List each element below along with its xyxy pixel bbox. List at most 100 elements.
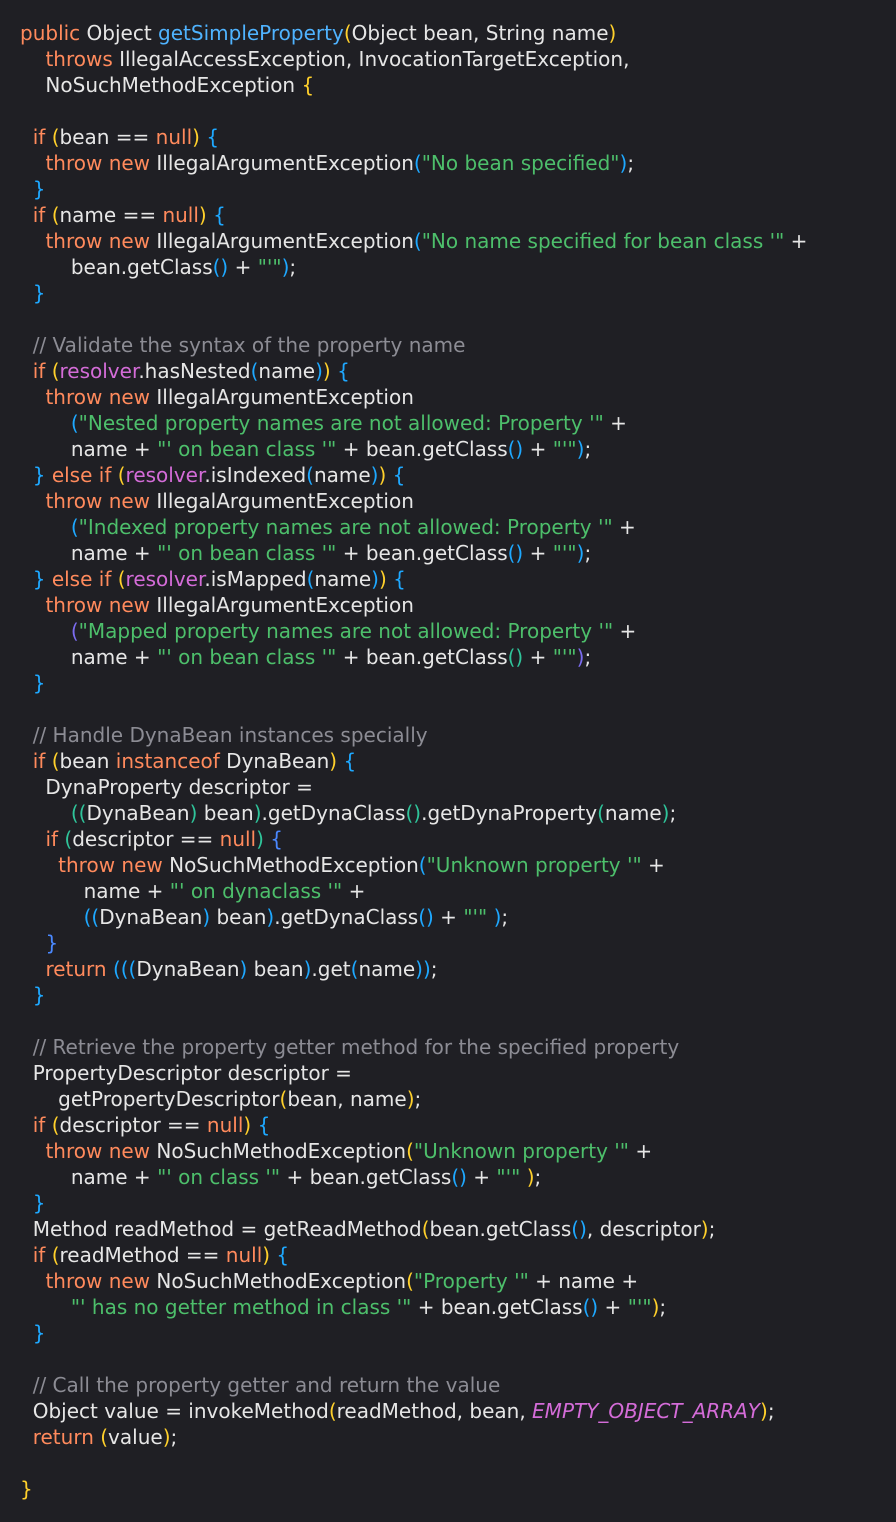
code-line[interactable]: DynaProperty descriptor = (0, 774, 896, 800)
code-line[interactable]: if (readMethod == null) { (0, 1242, 896, 1268)
code-line[interactable]: } else if (resolver.isMapped(name)) { (0, 566, 896, 592)
code-text-token: .getDynaClass (274, 905, 419, 929)
keyword-token: if (45, 827, 59, 851)
code-line[interactable]: bean.getClass() + "'"); (0, 254, 896, 280)
code-line[interactable]: PropertyDescriptor descriptor = (0, 1060, 896, 1086)
code-text-token: DynaBean (219, 749, 330, 773)
code-line[interactable] (0, 1008, 896, 1034)
code-text-token: name (604, 801, 662, 825)
code-line[interactable]: throw new IllegalArgumentException("No n… (0, 228, 896, 254)
field-token: resolver (125, 567, 205, 591)
function-name-token: getSimpleProperty (158, 21, 344, 45)
code-line[interactable] (0, 696, 896, 722)
code-line[interactable]: throws IllegalAccessException, Invocatio… (0, 46, 896, 72)
bracket-token: ( (51, 1243, 60, 1267)
code-line[interactable]: return (value); (0, 1424, 896, 1450)
code-line[interactable]: name + "' on class '" + bean.getClass() … (0, 1164, 896, 1190)
keyword-token: null (155, 125, 193, 149)
code-line[interactable]: // Retrieve the property getter method f… (0, 1034, 896, 1060)
bracket-token: ( (406, 1269, 414, 1293)
bracket-token: ) (700, 1217, 709, 1241)
code-line[interactable]: } (0, 280, 896, 306)
code-line[interactable]: Object value = invokeMethod(readMethod, … (0, 1398, 896, 1424)
code-line[interactable] (0, 306, 896, 332)
code-text-token: ; (584, 437, 592, 461)
bracket-token: { (213, 203, 226, 227)
code-line[interactable]: NoSuchMethodException { (0, 72, 896, 98)
code-line[interactable]: return (((DynaBean) bean).get(name)); (0, 956, 896, 982)
code-line[interactable]: } (0, 176, 896, 202)
code-line[interactable]: if (descriptor == null) { (0, 1112, 896, 1138)
string-literal-token: "No bean specified" (421, 151, 620, 175)
code-text-token: + (612, 515, 636, 539)
code-line[interactable]: } (0, 1320, 896, 1346)
code-line[interactable]: } (0, 982, 896, 1008)
code-line[interactable]: // Handle DynaBean instances specially (0, 722, 896, 748)
code-line[interactable]: throw new IllegalArgumentException("No b… (0, 150, 896, 176)
bracket-token: (( (83, 905, 100, 929)
keyword-token: else if (51, 463, 112, 487)
code-text-token: .getDynaClass (261, 801, 406, 825)
comment-token: // Validate the syntax of the property n… (32, 333, 466, 357)
code-text-token: DynaBean (136, 957, 240, 981)
code-line[interactable]: } else if (resolver.isIndexed(name)) { (0, 462, 896, 488)
code-line[interactable]: } (0, 930, 896, 956)
code-line[interactable] (0, 1346, 896, 1372)
code-line[interactable]: throw new IllegalArgumentException (0, 488, 896, 514)
bracket-token: ) (371, 567, 379, 591)
code-text-token: + (228, 255, 258, 279)
code-text-token: name + (20, 645, 158, 669)
string-literal-token: "Mapped property names are not allowed: … (78, 619, 614, 643)
code-line[interactable]: getPropertyDescriptor(bean, name); (0, 1086, 896, 1112)
code-line[interactable] (0, 1450, 896, 1476)
keyword-token: throw new (45, 229, 151, 253)
code-line[interactable]: } (0, 670, 896, 696)
code-line[interactable]: name + "' on bean class '" + bean.getCla… (0, 436, 896, 462)
keyword-token: return (32, 1425, 94, 1449)
code-line[interactable]: ((DynaBean) bean).getDynaClass() + "'" )… (0, 904, 896, 930)
code-line[interactable]: } (0, 1190, 896, 1216)
code-line[interactable]: // Validate the syntax of the property n… (0, 332, 896, 358)
code-line[interactable]: ("Nested property names are not allowed:… (0, 410, 896, 436)
keyword-token: null (206, 1113, 244, 1137)
bracket-token: } (32, 177, 46, 201)
code-line[interactable]: if (bean == null) { (0, 124, 896, 150)
code-line[interactable]: ("Indexed property names are not allowed… (0, 514, 896, 540)
code-line[interactable] (0, 98, 896, 124)
code-line[interactable]: name + "' on bean class '" + bean.getCla… (0, 540, 896, 566)
bracket-token: ) (378, 567, 387, 591)
code-line[interactable]: throw new NoSuchMethodException("Propert… (0, 1268, 896, 1294)
code-editor[interactable]: public Object getSimpleProperty(Object b… (0, 0, 896, 1522)
code-line[interactable]: throw new NoSuchMethodException("Unknown… (0, 1138, 896, 1164)
keyword-token: null (219, 827, 257, 851)
keyword-token: if (32, 203, 46, 227)
keyword-token: public (20, 21, 81, 45)
code-line[interactable]: public Object getSimpleProperty(Object b… (0, 20, 896, 46)
string-literal-token: "Property '" (413, 1269, 529, 1293)
code-line[interactable]: ((DynaBean) bean).getDynaClass().getDyna… (0, 800, 896, 826)
code-line[interactable]: name + "' on dynaclass '" + (0, 878, 896, 904)
code-line[interactable]: "' has no getter method in class '" + be… (0, 1294, 896, 1320)
code-line[interactable]: name + "' on bean class '" + bean.getCla… (0, 644, 896, 670)
code-line[interactable]: if (bean instanceof DynaBean) { (0, 748, 896, 774)
code-line[interactable]: // Call the property getter and return t… (0, 1372, 896, 1398)
code-text-token: getPropertyDescriptor (20, 1087, 280, 1111)
code-text-token: DynaBean (86, 801, 190, 825)
code-text-token: ; (767, 1399, 775, 1423)
code-line[interactable]: } (0, 1476, 896, 1502)
code-line[interactable]: if (resolver.hasNested(name)) { (0, 358, 896, 384)
code-line[interactable]: throw new IllegalArgumentException (0, 592, 896, 618)
code-text-token: NoSuchMethodException (20, 73, 302, 97)
code-line[interactable]: if (name == null) { (0, 202, 896, 228)
code-line[interactable]: Method readMethod = getReadMethod(bean.g… (0, 1216, 896, 1242)
code-line[interactable]: if (descriptor == null) { (0, 826, 896, 852)
code-line[interactable]: throw new IllegalArgumentException (0, 384, 896, 410)
bracket-token: } (20, 1477, 33, 1501)
code-text-token: + (466, 1165, 497, 1189)
code-line[interactable]: throw new NoSuchMethodException("Unknown… (0, 852, 896, 878)
code-line[interactable]: ("Mapped property names are not allowed:… (0, 618, 896, 644)
